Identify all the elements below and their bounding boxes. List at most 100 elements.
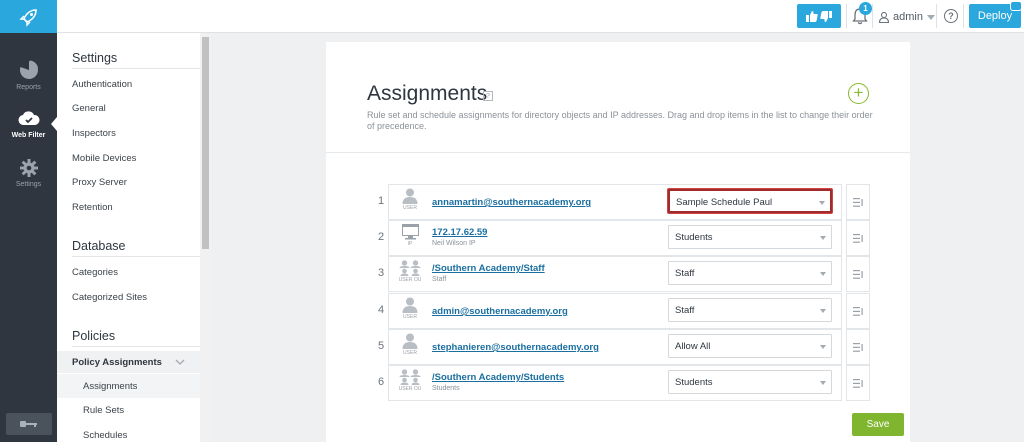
select-value: Staff — [675, 268, 695, 279]
rail-label-web-filter: Web Filter — [11, 131, 46, 139]
object-link[interactable]: annamartin@southernacademy.org — [432, 197, 591, 208]
select-value: Allow All — [675, 341, 711, 352]
policies-heading: Policies — [72, 329, 116, 343]
assignment-row[interactable]: 1 USER annamartin@southernacademy.org Sa… — [326, 184, 910, 220]
object-link[interactable]: stephanieren@southernacademy.org — [432, 342, 599, 353]
assignment-row[interactable]: 4 USER admin@southernacademy.org Staff — [326, 293, 910, 329]
drag-handle-icon — [852, 233, 863, 243]
select-value: Staff — [675, 305, 695, 316]
help-icon[interactable]: ? — [483, 91, 493, 101]
sidebar-group-policy-assignments[interactable]: Policy Assignments — [57, 351, 200, 373]
sidebar-scrollbar[interactable] — [200, 33, 211, 442]
row-number: 2 — [377, 231, 385, 243]
rail-label-settings: Settings — [15, 180, 42, 188]
chevron-down-icon — [926, 14, 935, 20]
sidebar-item-categories[interactable]: Categories — [72, 267, 118, 278]
app-rail: Reports Web Filter Settings — [0, 0, 57, 442]
rail-label-reports: Reports — [16, 83, 41, 91]
object-description: Staff — [432, 276, 447, 283]
settings-heading: Settings — [72, 51, 118, 65]
divider — [72, 256, 200, 257]
assignment-row[interactable]: 6 USER OU /Southern Academy/Students Stu… — [326, 365, 910, 401]
sidebar-item-mobile-devices[interactable]: Mobile Devices — [72, 153, 136, 164]
object-link[interactable]: /Southern Academy/Staff — [432, 263, 545, 274]
rail-item-web-filter[interactable]: Web Filter — [0, 99, 57, 149]
sidebar-item-assignments[interactable]: Assignments — [57, 374, 200, 398]
schedule-select[interactable]: Students — [668, 225, 832, 249]
drag-handle[interactable] — [846, 184, 870, 220]
schedule-select[interactable]: Students — [668, 370, 832, 394]
sidebar-item-general[interactable]: General — [72, 103, 106, 114]
pie-chart-icon — [19, 60, 38, 79]
chevron-down-icon — [175, 359, 185, 365]
user-icon — [879, 11, 889, 23]
select-value: Students — [675, 232, 713, 243]
schedule-select[interactable]: Sample Schedule Paul — [668, 189, 832, 213]
deploy-list-icon — [1010, 1, 1022, 11]
sidebar-item-proxy-server[interactable]: Proxy Server — [72, 177, 127, 188]
row-number: 6 — [377, 376, 385, 388]
drag-handle-icon — [852, 269, 863, 279]
rail-item-reports[interactable]: Reports — [0, 50, 57, 100]
drag-handle[interactable] — [846, 329, 870, 365]
select-value: Sample Schedule Paul — [676, 197, 773, 208]
assignment-row[interactable]: 2 IP 172.17.62.59 Neil Wilson IP Student… — [326, 220, 910, 256]
feedback-button[interactable] — [797, 4, 841, 28]
caret-down-icon — [819, 201, 825, 205]
thumbs-up-icon — [806, 10, 818, 22]
caret-down-icon — [820, 345, 826, 349]
ip-icon: IP — [396, 224, 424, 254]
sidebar-item-schedules[interactable]: Schedules — [57, 423, 200, 442]
sidebar-item-rule-sets[interactable]: Rule Sets — [57, 398, 200, 422]
caret-down-icon — [820, 236, 826, 240]
sidebar-item-retention[interactable]: Retention — [72, 202, 113, 213]
schedule-select[interactable]: Staff — [668, 261, 832, 285]
user-name: admin — [893, 11, 923, 23]
drag-handle-icon — [852, 378, 863, 388]
caret-down-icon — [820, 309, 826, 313]
sidebar-item-label: Assignments — [83, 381, 138, 392]
gear-icon — [19, 158, 38, 177]
assignment-row[interactable]: 3 USER OU /Southern Academy/Staff Staff … — [326, 256, 910, 292]
rail-item-settings[interactable]: Settings — [0, 148, 57, 198]
sidebar-item-authentication[interactable]: Authentication — [72, 79, 132, 90]
assignment-row[interactable]: 5 USER stephanieren@southernacademy.org … — [326, 329, 910, 365]
toolbar-divider — [963, 4, 964, 28]
schedule-select[interactable]: Allow All — [668, 334, 832, 358]
app-logo[interactable] — [0, 0, 57, 33]
sidebar-item-inspectors[interactable]: Inspectors — [72, 128, 116, 139]
drag-handle[interactable] — [846, 220, 870, 256]
object-link[interactable]: /Southern Academy/Students — [432, 372, 564, 383]
user-icon: USER — [396, 188, 424, 218]
user-ou-icon: USER OU — [396, 260, 424, 290]
user-ou-icon: USER OU — [396, 369, 424, 399]
schedule-select[interactable]: Staff — [668, 298, 832, 322]
rocket-icon — [18, 8, 37, 27]
row-number: 5 — [377, 340, 385, 352]
drag-handle[interactable] — [846, 365, 870, 401]
help-button[interactable]: ? — [944, 9, 958, 23]
object-type-label: IP — [407, 241, 413, 247]
scrollbar-thumb[interactable] — [202, 37, 209, 249]
row-number: 3 — [377, 267, 385, 279]
policy-group-label: Policy Assignments — [72, 357, 162, 368]
assignments-panel: Assignments ? + Rule set and schedule as… — [326, 42, 910, 442]
drag-handle[interactable] — [846, 293, 870, 329]
thumbs-down-icon — [820, 10, 832, 22]
row-number: 4 — [377, 304, 385, 316]
user-menu[interactable]: admin — [879, 8, 935, 26]
add-assignment-button[interactable]: + — [848, 83, 869, 104]
sidebar-item-categorized-sites[interactable]: Categorized Sites — [72, 292, 147, 303]
object-link[interactable]: admin@southernacademy.org — [432, 306, 568, 317]
drag-handle[interactable] — [846, 256, 870, 292]
toolbar-divider — [936, 4, 937, 28]
sidebar-item-label: Schedules — [83, 430, 128, 441]
notification-badge: 1 — [859, 2, 872, 15]
page-title: Assignments — [367, 82, 488, 105]
save-button[interactable]: Save — [852, 413, 904, 436]
divider — [326, 152, 910, 153]
object-link[interactable]: 172.17.62.59 — [432, 227, 487, 238]
object-type-label: USER OU — [398, 277, 422, 283]
object-type-label: USER — [403, 314, 417, 320]
collapse-button[interactable] — [6, 413, 52, 435]
